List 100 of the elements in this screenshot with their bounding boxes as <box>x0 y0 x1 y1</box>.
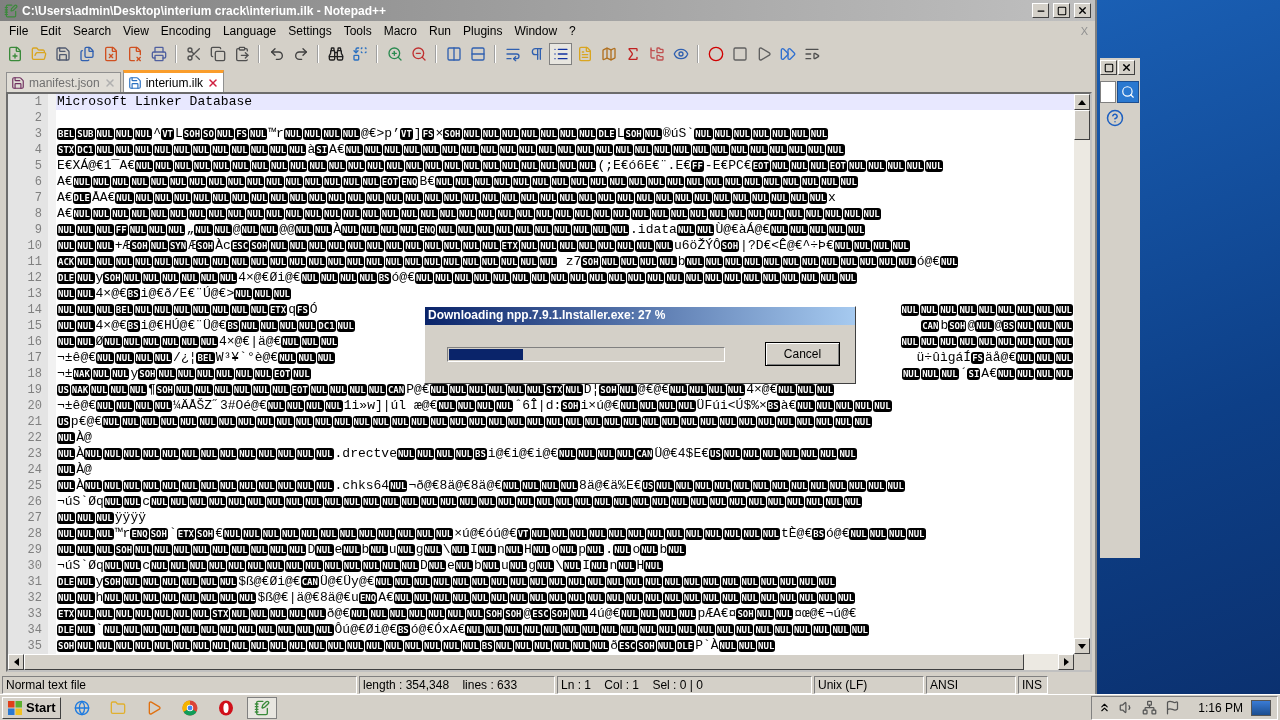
control-character: SOH <box>130 240 149 252</box>
code-text: b <box>474 558 482 574</box>
indent-guide-button[interactable] <box>549 43 572 65</box>
control-character: NUL <box>520 128 539 140</box>
menu-item[interactable]: Settings <box>282 24 338 38</box>
network-icon[interactable] <box>1142 700 1158 715</box>
close-button[interactable] <box>1118 60 1135 75</box>
control-character: NUL <box>820 256 839 268</box>
menu-item[interactable]: Search <box>67 24 118 38</box>
control-character: NUL <box>654 240 673 252</box>
code-text: I <box>582 558 591 574</box>
control-character: NUL <box>253 368 273 380</box>
menu-item[interactable]: Edit <box>34 24 68 38</box>
search-button[interactable] <box>1117 81 1139 103</box>
indent-guide-icon <box>552 46 569 62</box>
menu-item[interactable]: Run <box>423 24 458 38</box>
close-icon[interactable] <box>207 76 220 89</box>
down-arrow-icon[interactable] <box>1078 643 1086 649</box>
control-character: NUL <box>819 272 838 284</box>
control-character: NUL <box>693 480 713 492</box>
up-arrow-icon[interactable] <box>1078 99 1086 105</box>
taskbar-app-button[interactable] <box>246 696 277 719</box>
menu-item[interactable]: Tools <box>337 24 378 38</box>
dialog-title: Downloading npp.7.9.1.Installer.exe: 27 % <box>425 307 855 325</box>
control-character: NUL <box>805 496 824 508</box>
start-button[interactable]: Start <box>2 696 61 719</box>
control-character: NUL <box>404 240 423 252</box>
code-text: ó@€ <box>916 254 941 270</box>
menu-item[interactable]: Language <box>216 24 283 38</box>
code-text: x <box>828 190 836 206</box>
code-text: .drectve <box>334 446 397 462</box>
control-character: NUL <box>114 144 134 156</box>
control-character: NUL <box>443 160 462 172</box>
control-character: NUL <box>238 448 257 460</box>
control-character: NUL <box>820 176 839 188</box>
menu-item[interactable]: File <box>3 24 35 38</box>
right-arrow-icon[interactable] <box>1063 658 1069 666</box>
control-character: NUL <box>199 576 218 588</box>
control-character: NUL <box>732 128 752 140</box>
control-character: NUL <box>747 496 766 508</box>
control-character: NUL <box>850 624 869 636</box>
control-character: NUL <box>57 432 76 444</box>
control-character: NUL <box>102 416 121 428</box>
control-character: NUL <box>798 576 817 588</box>
control-character: NUL <box>253 288 272 300</box>
control-character: NUL <box>442 192 462 204</box>
control-character: NUL <box>161 272 180 284</box>
control-character: NUL <box>696 224 715 236</box>
file-tab[interactable]: interium.ilk <box>122 70 225 92</box>
left-arrow-icon[interactable] <box>13 658 19 666</box>
code-text: $ß@€|ä@€8ä@€u <box>257 590 359 606</box>
control-character: NUL <box>300 528 319 540</box>
maximize-button[interactable] <box>1053 3 1070 18</box>
cancel-button[interactable]: Cancel <box>765 342 840 366</box>
minimize-button[interactable] <box>1032 3 1049 18</box>
help-icon[interactable] <box>1106 109 1124 127</box>
control-character: NUL <box>413 576 432 588</box>
code-text: -E€PC€ <box>704 158 752 174</box>
flag-icon[interactable] <box>1165 700 1181 715</box>
control-character: NUL <box>346 256 365 268</box>
line-number: 5 <box>8 158 48 174</box>
menu-item[interactable]: Plugins <box>457 24 509 38</box>
control-character: NUL <box>693 192 712 204</box>
control-character: NUL <box>607 272 626 284</box>
menu-item[interactable]: Encoding <box>154 24 217 38</box>
maximize-button[interactable] <box>1100 60 1117 75</box>
control-character: NUL <box>448 384 468 396</box>
menu-item[interactable]: View <box>117 24 155 38</box>
line-number: 21 <box>8 414 48 430</box>
control-character: NUL <box>95 544 114 556</box>
code-text: Ü@€Üy@€ <box>319 574 375 590</box>
control-character: NUL <box>539 128 558 140</box>
close-button[interactable] <box>1074 3 1091 18</box>
menu-item[interactable]: ? <box>563 24 582 38</box>
control-character: NUL <box>666 176 685 188</box>
control-character: SOH <box>624 128 643 140</box>
control-character: NUL <box>814 416 834 428</box>
control-character: NUL <box>172 544 191 556</box>
status-field: Unix (LF) <box>814 676 924 694</box>
control-character: NUL <box>454 560 474 572</box>
control-character: NUL <box>304 496 323 508</box>
control-character: NUL <box>530 528 549 540</box>
control-character: NUL <box>134 544 153 556</box>
control-character: NUL <box>103 624 122 636</box>
paste-icon <box>233 46 250 62</box>
scroll-thumb[interactable] <box>1074 110 1090 140</box>
control-character: NUL <box>689 208 708 220</box>
search-field[interactable] <box>1100 81 1116 103</box>
code-text: ó@€ <box>826 526 850 542</box>
control-character: NUL <box>644 560 663 572</box>
menu-item[interactable]: Window <box>508 24 564 38</box>
control-character: NUL <box>839 176 858 188</box>
control-character: NUL <box>374 576 393 588</box>
show-desktop-button[interactable] <box>1251 699 1271 716</box>
code-text: A€ <box>329 142 345 158</box>
control-character: NUL <box>516 496 535 508</box>
control-character: NUL <box>477 496 496 508</box>
vertical-scrollbar[interactable] <box>1074 94 1090 654</box>
menu-item[interactable]: Macro <box>377 24 423 38</box>
file-tab[interactable]: manifest.json <box>6 72 121 92</box>
